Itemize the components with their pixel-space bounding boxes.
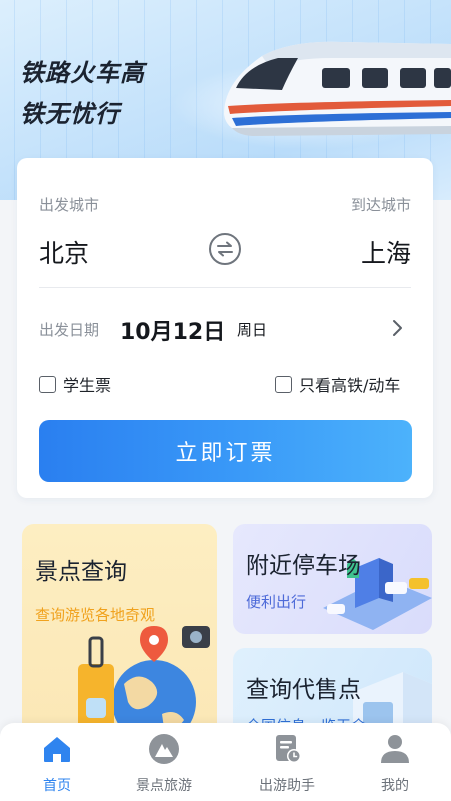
mountain-icon xyxy=(149,734,179,764)
departure-city[interactable]: 北京 xyxy=(39,234,89,270)
tab-attractions[interactable]: 景点旅游 xyxy=(108,733,220,795)
attractions-title: 景点查询 xyxy=(35,559,127,585)
tab-travel-assistant[interactable]: 出游助手 xyxy=(231,733,343,795)
book-now-button[interactable]: 立即订票 xyxy=(39,420,412,482)
student-ticket-label: 学生票 xyxy=(63,376,112,395)
nearby-parking-tile[interactable]: 附近停车场 便利出行 xyxy=(233,524,432,634)
parking-subtitle: 便利出行 xyxy=(246,593,307,611)
agency-title: 查询代售点 xyxy=(246,677,361,703)
card-divider xyxy=(39,287,411,288)
chevron-right-icon[interactable] xyxy=(387,318,407,338)
banner-slogan-line2: 铁无忧行 xyxy=(20,100,120,128)
high-speed-only-checkbox[interactable]: 只看高铁/动车 xyxy=(275,372,400,396)
banner-slogan-line1: 铁路火车高 xyxy=(20,59,145,87)
tab-profile[interactable]: 我的 xyxy=(339,733,451,795)
departure-weekday: 周日 xyxy=(237,321,268,339)
home-icon xyxy=(44,737,70,762)
tab-label: 首页 xyxy=(43,778,71,794)
checkbox-square xyxy=(275,375,292,393)
checkbox-square xyxy=(39,375,56,393)
swap-arrows-icon xyxy=(217,241,233,257)
tab-label: 出游助手 xyxy=(259,778,315,794)
tab-label: 景点旅游 xyxy=(136,778,192,794)
departure-date-label: 出发日期 xyxy=(39,321,100,339)
high-speed-only-label: 只看高铁/动车 xyxy=(299,376,401,395)
attractions-query-tile[interactable]: 景点查询 查询游览各地奇观 xyxy=(22,524,217,744)
arrival-city-label: 到达城市 xyxy=(350,196,411,214)
parking-title: 附近停车场 xyxy=(246,553,361,579)
swap-cities-button[interactable] xyxy=(209,233,241,265)
departure-date[interactable]: 10月12日 xyxy=(120,314,225,346)
departure-city-label: 出发城市 xyxy=(39,196,100,214)
tab-label: 我的 xyxy=(381,778,409,794)
tab-home[interactable]: 首页 xyxy=(1,733,113,795)
attractions-subtitle: 查询游览各地奇观 xyxy=(35,606,156,624)
profile-icon xyxy=(381,735,409,763)
booking-card: 出发城市 到达城市 北京 上海 出发日期 10月12日 周日 学生票 只看高铁/… xyxy=(17,158,433,498)
high-speed-train-illustration xyxy=(224,41,451,136)
student-ticket-checkbox[interactable]: 学生票 xyxy=(39,372,111,396)
document-clock-icon xyxy=(276,735,301,763)
arrival-city[interactable]: 上海 xyxy=(361,234,411,270)
bottom-tab-bar: 首页 景点旅游 出游助手 我的 xyxy=(0,723,451,801)
